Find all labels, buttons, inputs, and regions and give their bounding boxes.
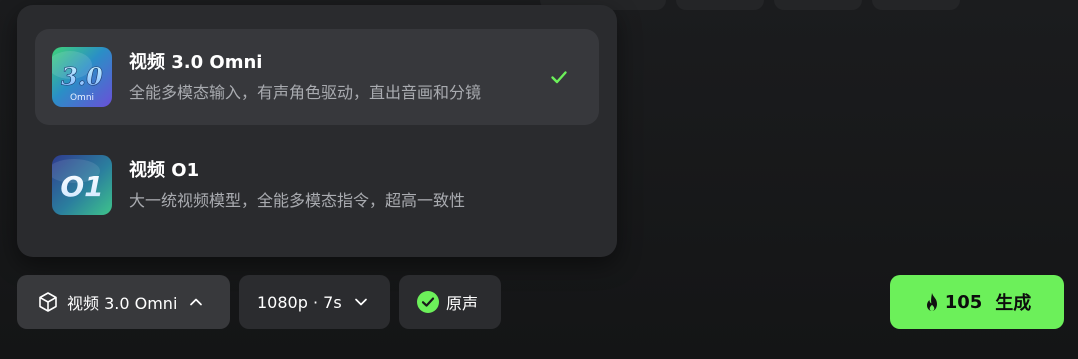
model-dropdown: 3.0 Omni 视频 3.0 Omni 全能多模态输入，有声角色驱动，直出音画… [17,5,617,257]
generate-button[interactable]: 105 生成 [890,275,1064,329]
model-select-label: 视频 3.0 Omni [67,294,178,313]
model-thumbnail: O1 [52,155,112,215]
top-pill[interactable] [774,0,862,10]
generate-cost: 105 [944,291,983,313]
chevron-up-icon [189,295,203,309]
flame-icon [923,292,941,312]
generate-label: 生成 [995,293,1032,314]
model-option-title: 视频 3.0 Omni [129,51,263,73]
chevron-down-icon [354,295,368,309]
resolution-duration-label: 1080p · 7s [257,292,342,312]
model-option-description: 大一统视频模型，全能多模态指令，超高一致性 [129,190,466,210]
resolution-duration-button[interactable]: 1080p · 7s [239,275,390,329]
model-option-description: 全能多模态输入，有声角色驱动，直出音画和分镜 [129,82,482,102]
check-circle-icon [416,290,440,314]
model-select-button[interactable]: 视频 3.0 Omni [17,275,230,329]
model-option-video-o1[interactable]: O1 视频 O1 大一统视频模型，全能多模态指令，超高一致性 [35,137,599,233]
original-audio-label: 原声 [446,294,479,313]
model-thumbnail: 3.0 Omni [52,47,112,107]
original-audio-toggle[interactable]: 原声 [399,275,501,329]
model-option-title: 视频 O1 [129,159,200,181]
o1-logo-icon: O1 [52,155,112,215]
model-option-video-3-omni[interactable]: 3.0 Omni 视频 3.0 Omni 全能多模态输入，有声角色驱动，直出音画… [35,29,599,125]
check-icon [551,71,567,84]
svg-text:Omni: Omni [70,93,94,103]
top-pill[interactable] [676,0,764,10]
omni-logo-icon: 3.0 Omni [52,47,112,107]
top-pill[interactable] [872,0,960,10]
cube-icon [37,291,59,313]
svg-text:O1: O1 [60,170,103,203]
svg-text:3.0: 3.0 [61,62,103,91]
